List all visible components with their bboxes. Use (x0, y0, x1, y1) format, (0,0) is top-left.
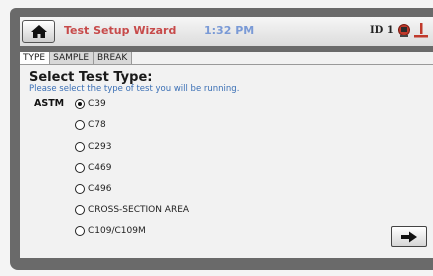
tab-type[interactable]: TYPE (20, 52, 51, 64)
standard-label: ASTM (34, 98, 65, 109)
id-label: ID 1 (370, 25, 394, 36)
option-c109[interactable]: C109/C109M (75, 224, 146, 238)
home-button[interactable] (22, 20, 55, 43)
option-label: C469 (88, 163, 112, 173)
option-label: C78 (88, 120, 106, 130)
option-label: C496 (88, 184, 112, 194)
radio-button[interactable] (75, 142, 85, 152)
option-label: C109/C109M (88, 226, 146, 236)
thermometer-icon (414, 23, 428, 38)
radio-button[interactable] (75, 163, 85, 173)
option-c469[interactable]: C469 (75, 161, 111, 175)
page-subtitle: Please select the type of test you will … (29, 84, 240, 94)
option-c39[interactable]: C39 (75, 97, 106, 111)
app-title: Test Setup Wizard (64, 24, 177, 37)
home-icon (30, 25, 47, 38)
clock-time: 1:32 PM (204, 24, 255, 37)
option-c78[interactable]: C78 (75, 118, 106, 132)
option-label: CROSS-SECTION AREA (88, 205, 190, 215)
tab-divider (20, 64, 433, 65)
radio-button[interactable] (75, 184, 85, 194)
arrow-right-icon (401, 231, 417, 242)
option-label: C293 (88, 142, 112, 152)
radio-button[interactable] (75, 226, 85, 236)
red-status-icon (398, 24, 410, 37)
option-cross-section-area[interactable]: CROSS-SECTION AREA (75, 203, 189, 217)
radio-button[interactable] (75, 120, 85, 130)
option-c496[interactable]: C496 (75, 182, 111, 196)
page-title: Select Test Type: (29, 70, 153, 85)
option-c293[interactable]: C293 (75, 140, 111, 154)
tab-break[interactable]: BREAK (94, 52, 133, 64)
next-button[interactable] (391, 226, 427, 247)
radio-button[interactable] (75, 205, 85, 215)
tab-sample[interactable]: SAMPLE (50, 52, 95, 64)
radio-button[interactable] (75, 99, 85, 109)
tab-bar: TYPE SAMPLE BREAK (20, 52, 133, 64)
option-label: C39 (88, 99, 106, 109)
